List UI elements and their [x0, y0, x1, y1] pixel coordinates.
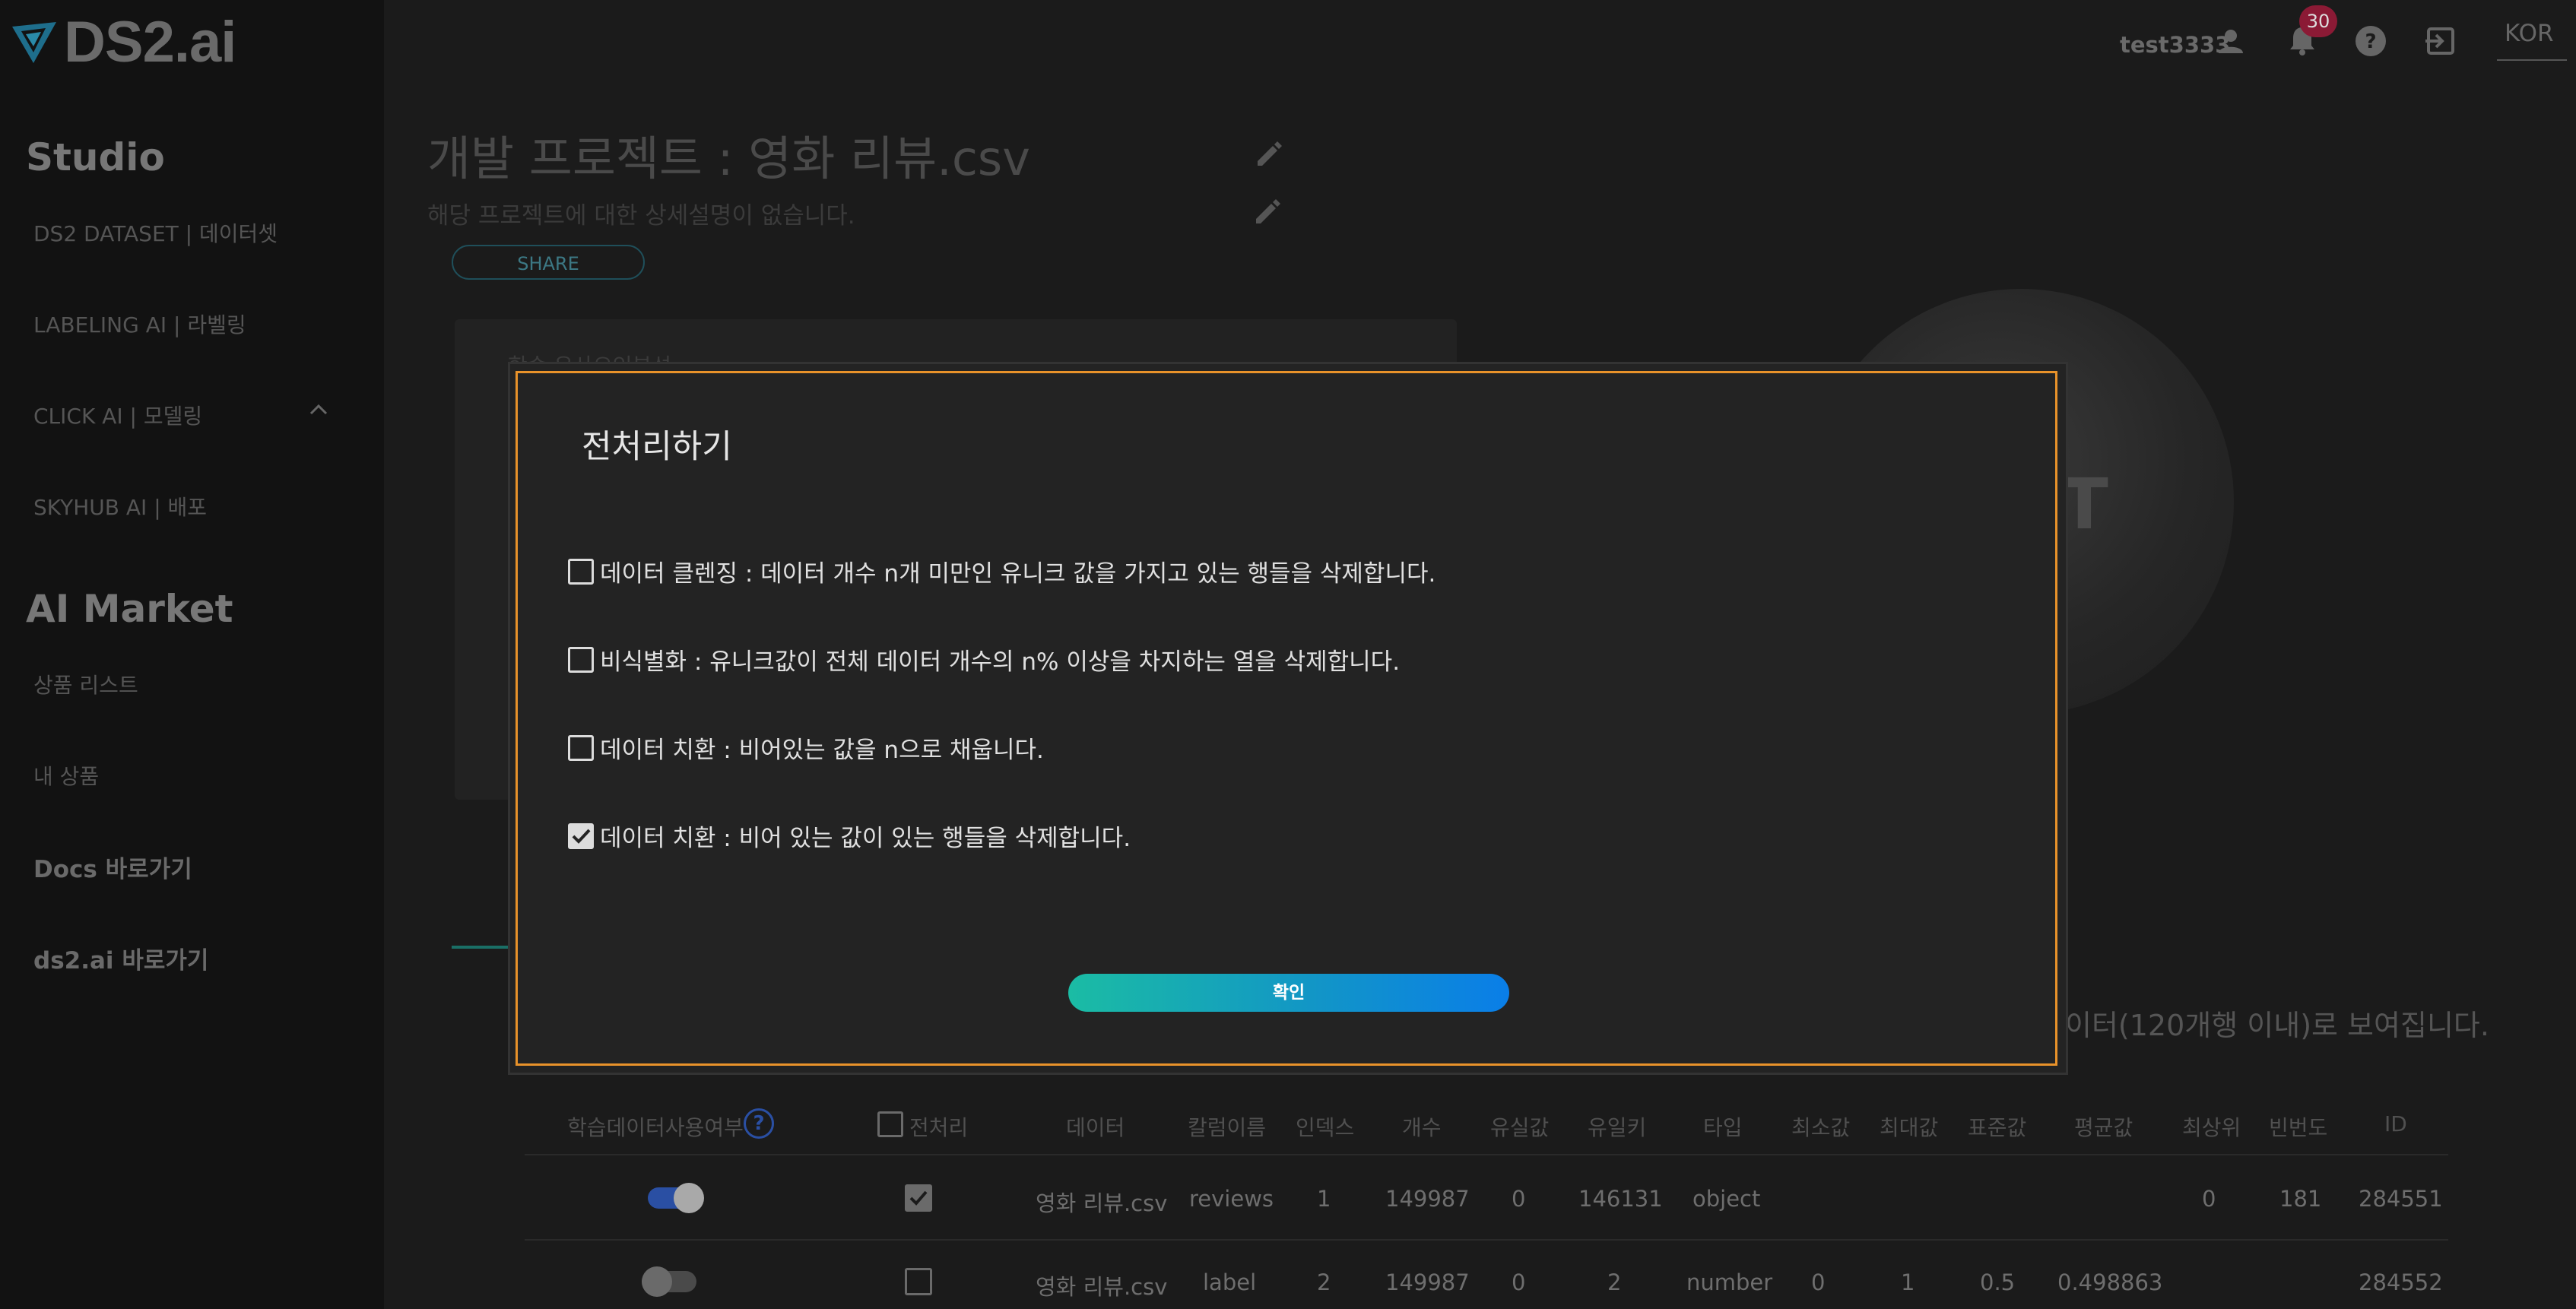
cell-min: 0	[1811, 1269, 1826, 1295]
sidebar-item-skyhub-ai[interactable]: SKYHUB AI | 배포	[33, 491, 207, 521]
cell-unique: 146131	[1578, 1186, 1663, 1212]
logo-text: DS2.ai	[64, 10, 236, 74]
docs-link[interactable]: Docs 바로가기	[33, 850, 192, 884]
person-icon[interactable]	[2213, 23, 2249, 59]
sidebar-item-labeling-ai[interactable]: LABELING AI | 라벨링	[33, 309, 246, 339]
cell-freq: 181	[2279, 1186, 2322, 1212]
cell-index: 1	[1317, 1186, 1331, 1212]
cell-count: 149987	[1385, 1269, 1470, 1295]
option-label: 데이터 클렌징 : 데이터 개수 n개 미만인 유니크 값을 가지고 있는 행들…	[600, 560, 1436, 588]
th-top: 최상위	[2182, 1115, 2241, 1140]
th-missing: 유실값	[1490, 1115, 1550, 1140]
option-fill-missing[interactable]: 데이터 치환 : 비어있는 값을 n으로 채웁니다.	[568, 731, 1044, 765]
edit-title-icon[interactable]	[1252, 135, 1288, 172]
header-divider	[525, 1154, 2448, 1155]
confirm-button[interactable]: 확인	[1068, 974, 1509, 1012]
cell-type: number	[1686, 1269, 1773, 1295]
option-label: 비식별화 : 유니크값이 전체 데이터 개수의 n% 이상을 차지하는 열을 삭…	[600, 648, 1401, 676]
use-training-toggle[interactable]	[642, 1266, 696, 1297]
th-type: 타입	[1703, 1115, 1743, 1140]
sidebar-item-ds2-dataset[interactable]: DS2 DATASET | 데이터셋	[33, 217, 278, 248]
cell-data: 영화 리뷰.csv	[1036, 1274, 1168, 1300]
option-checkbox[interactable]	[568, 646, 594, 673]
use-training-toggle[interactable]	[648, 1183, 704, 1213]
cell-std: 0.5	[1980, 1269, 2016, 1295]
th-id: ID	[2384, 1111, 2407, 1136]
th-unique: 유일키	[1588, 1115, 1647, 1140]
help-icon[interactable]: ?	[2352, 23, 2389, 59]
project-title: 개발 프로젝트 : 영화 리뷰.csv	[427, 131, 1030, 186]
studio-section-title: Studio	[26, 135, 165, 179]
cell-column-name: label	[1203, 1269, 1257, 1295]
th-use-training: 학습데이터사용여부	[567, 1115, 744, 1140]
check-icon	[909, 1190, 928, 1206]
svg-text:?: ?	[2365, 30, 2376, 53]
preview-note: 이터(120개행 이내)로 보여집니다.	[2065, 1009, 2489, 1042]
active-tab-indicator	[452, 946, 512, 949]
preprocess-modal: 전처리하기 데이터 클렌징 : 데이터 개수 n개 미만인 유니크 값을 가지고…	[516, 371, 2057, 1066]
logo[interactable]: DS2.ai	[11, 9, 236, 75]
cell-data: 영화 리뷰.csv	[1036, 1190, 1168, 1216]
th-std: 표준값	[1968, 1115, 2027, 1140]
help-icon[interactable]: ?	[744, 1108, 774, 1139]
sidebar: DS2.ai Studio DS2 DATASET | 데이터셋 LABELIN…	[0, 0, 384, 1309]
option-checkbox[interactable]	[568, 822, 594, 849]
edit-description-icon[interactable]	[1250, 193, 1286, 230]
cell-count: 149987	[1385, 1186, 1470, 1212]
sidebar-item-my-products[interactable]: 내 상품	[33, 760, 99, 791]
cell-column-name: reviews	[1189, 1186, 1274, 1212]
cell-top: 0	[2202, 1186, 2216, 1212]
sidebar-item-click-ai[interactable]: CLICK AI | 모델링	[33, 400, 202, 430]
cell-max: 1	[1901, 1269, 1915, 1295]
option-data-cleansing[interactable]: 데이터 클렌징 : 데이터 개수 n개 미만인 유니크 값을 가지고 있는 행들…	[568, 554, 1436, 588]
option-label: 데이터 치환 : 비어 있는 값이 있는 행들을 삭제합니다.	[600, 825, 1131, 852]
row-divider	[525, 1239, 2448, 1241]
ai-market-section-title: AI Market	[26, 587, 233, 631]
cell-index: 2	[1317, 1269, 1331, 1295]
cell-mean: 0.498863	[2057, 1269, 2163, 1295]
th-max: 최대값	[1880, 1115, 1939, 1140]
th-freq: 빈번도	[2269, 1115, 2328, 1140]
th-count: 개수	[1402, 1115, 1442, 1140]
sidebar-item-product-list[interactable]: 상품 리스트	[33, 669, 138, 699]
preprocess-all-checkbox[interactable]	[877, 1111, 903, 1137]
ds2ai-site-link[interactable]: ds2.ai 바로가기	[33, 941, 208, 975]
th-min: 최소값	[1791, 1115, 1851, 1140]
language-selector[interactable]: KOR	[2505, 20, 2554, 47]
notification-badge: 30	[2299, 5, 2337, 37]
modal-title: 전처리하기	[582, 428, 732, 466]
option-label: 데이터 치환 : 비어있는 값을 n으로 채웁니다.	[600, 737, 1044, 764]
cell-id: 284552	[2359, 1269, 2443, 1295]
option-checkbox[interactable]	[568, 734, 594, 761]
preprocess-checkbox[interactable]	[905, 1268, 932, 1295]
logout-icon[interactable]	[2422, 23, 2459, 59]
logo-icon	[12, 21, 56, 63]
th-mean: 평균값	[2074, 1115, 2133, 1140]
th-preprocess: 전처리	[909, 1115, 969, 1140]
language-underline	[2497, 59, 2567, 61]
option-checkbox[interactable]	[568, 558, 594, 585]
cell-id: 284551	[2359, 1186, 2443, 1212]
check-icon	[572, 829, 591, 844]
option-deidentify[interactable]: 비식별화 : 유니크값이 전체 데이터 개수의 n% 이상을 차지하는 열을 삭…	[568, 642, 1400, 677]
share-button[interactable]: SHARE	[452, 245, 645, 280]
cell-missing: 0	[1512, 1186, 1526, 1212]
th-data: 데이터	[1066, 1115, 1125, 1140]
cell-type: object	[1692, 1186, 1761, 1212]
cell-unique: 2	[1607, 1269, 1622, 1295]
th-column-name: 칼럼이름	[1188, 1115, 1267, 1140]
chevron-up-icon[interactable]	[307, 398, 330, 421]
option-drop-missing-rows[interactable]: 데이터 치환 : 비어 있는 값이 있는 행들을 삭제합니다.	[568, 819, 1131, 853]
project-description: 해당 프로젝트에 대한 상세설명이 없습니다.	[427, 202, 855, 230]
cell-missing: 0	[1512, 1269, 1526, 1295]
th-index: 인덱스	[1296, 1115, 1355, 1140]
preprocess-checkbox[interactable]	[905, 1184, 932, 1212]
